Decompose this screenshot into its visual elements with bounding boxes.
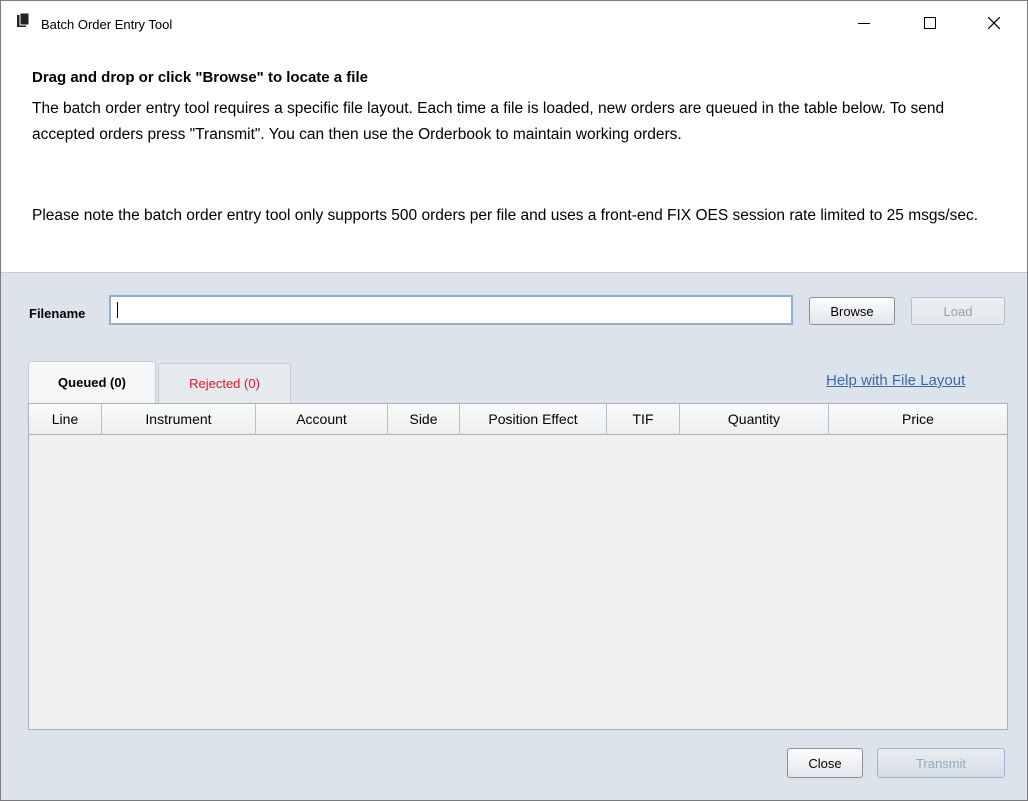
instructions-heading: Drag and drop or click "Browse" to locat… — [32, 69, 368, 86]
table-body[interactable] — [29, 435, 1007, 729]
title-bar[interactable]: Batch Order Entry Tool — [1, 1, 1027, 45]
browse-button[interactable]: Browse — [809, 297, 895, 325]
help-file-layout-link[interactable]: Help with File Layout — [826, 372, 965, 389]
maximize-button[interactable] — [907, 1, 953, 45]
column-header-line[interactable]: Line — [29, 404, 102, 434]
column-header-quantity[interactable]: Quantity — [680, 404, 829, 434]
filename-input[interactable] — [109, 295, 793, 325]
column-header-account[interactable]: Account — [256, 404, 388, 434]
transmit-button[interactable]: Transmit — [877, 748, 1005, 778]
load-button[interactable]: Load — [911, 297, 1005, 325]
orders-table[interactable]: Line Instrument Account Side Position Ef… — [28, 403, 1008, 730]
batch-order-entry-window: Batch Order Entry Tool Drag and drop or … — [0, 0, 1028, 801]
minimize-icon — [858, 23, 870, 24]
maximize-icon — [924, 17, 936, 29]
rate-limit-note: Please note the batch order entry tool o… — [32, 207, 978, 224]
column-header-position-effect[interactable]: Position Effect — [460, 404, 607, 434]
file-entry-panel: Filename Browse Load Queued (0) Rejected… — [1, 273, 1027, 800]
instructions-panel: Drag and drop or click "Browse" to locat… — [1, 45, 1027, 273]
column-header-tif[interactable]: TIF — [607, 404, 680, 434]
filename-label: Filename — [29, 306, 86, 321]
tab-queued[interactable]: Queued (0) — [28, 361, 156, 403]
minimize-button[interactable] — [841, 1, 887, 45]
window-title: Batch Order Entry Tool — [41, 17, 173, 32]
column-header-side[interactable]: Side — [388, 404, 460, 434]
table-header: Line Instrument Account Side Position Ef… — [29, 404, 1007, 435]
instructions-text: The batch order entry tool requires a sp… — [32, 100, 945, 143]
text-caret — [117, 302, 118, 318]
column-header-instrument[interactable]: Instrument — [102, 404, 256, 434]
tab-rejected[interactable]: Rejected (0) — [158, 363, 291, 403]
app-icon — [17, 13, 30, 27]
close-icon — [988, 17, 1000, 29]
close-button[interactable]: Close — [787, 748, 863, 778]
close-window-button[interactable] — [971, 1, 1017, 45]
column-header-price[interactable]: Price — [829, 404, 1007, 434]
